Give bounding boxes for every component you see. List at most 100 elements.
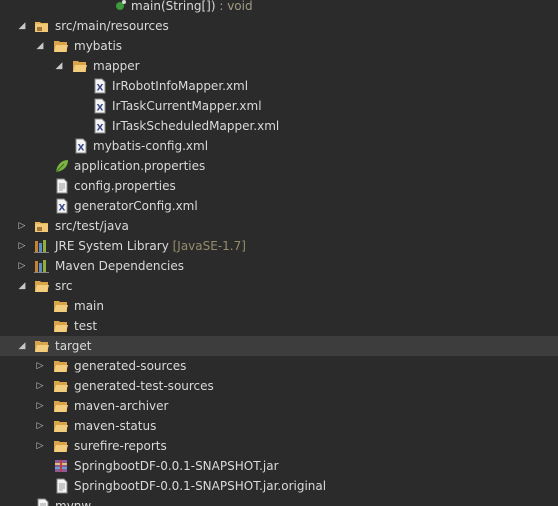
svg-text:X: X bbox=[59, 204, 66, 214]
tree-item-generated-test-sources[interactable]: ▷ generated-test-sources bbox=[0, 376, 558, 396]
tree-item-target[interactable]: ◢ target bbox=[0, 336, 558, 356]
collapse-arrow-icon[interactable]: ◢ bbox=[53, 56, 65, 76]
tree-item-label: mapper bbox=[93, 59, 140, 73]
svg-text:X: X bbox=[97, 124, 104, 134]
tree-item-test[interactable]: test bbox=[0, 316, 558, 336]
folder-open-icon bbox=[53, 398, 69, 414]
tree-item-generated-sources[interactable]: ▷ generated-sources bbox=[0, 356, 558, 376]
expand-arrow-icon[interactable]: ▷ bbox=[16, 236, 28, 256]
tree-item-label: test bbox=[74, 319, 98, 333]
tree-item-mybatis-config-xml[interactable]: X mybatis-config.xml bbox=[0, 136, 558, 156]
tree-item-label: main bbox=[74, 299, 104, 313]
tree-item-application-properties[interactable]: application.properties bbox=[0, 156, 558, 176]
tree-item-main[interactable]: main bbox=[0, 296, 558, 316]
text-file-icon bbox=[35, 498, 51, 506]
method-return-type: : void bbox=[215, 0, 253, 13]
tree-item-label: generatorConfig.xml bbox=[74, 199, 198, 213]
xml-file-icon: X bbox=[54, 198, 70, 214]
folder-open-icon bbox=[53, 38, 69, 54]
folder-open-icon bbox=[53, 298, 69, 314]
tree-item-jre-system-library[interactable]: ▷ JRE System Library [JavaSE-1.7] bbox=[0, 236, 558, 256]
folder-open-icon bbox=[53, 438, 69, 454]
tree-item-label: maven-status bbox=[74, 419, 157, 433]
xml-file-icon: X bbox=[73, 138, 89, 154]
tree-item-irtaskscheduledmapper-xml[interactable]: X IrTaskScheduledMapper.xml bbox=[0, 116, 558, 136]
folder-open-icon bbox=[53, 378, 69, 394]
tree-item-irrobotinfomapper-xml[interactable]: X IrRobotInfoMapper.xml bbox=[0, 76, 558, 96]
tree-item-mapper[interactable]: ◢ mapper bbox=[0, 56, 558, 76]
tree-item-label: main(String[]) : void bbox=[131, 0, 253, 16]
library-icon bbox=[34, 238, 50, 254]
tree-item-surefire-reports[interactable]: ▷ surefire-reports bbox=[0, 436, 558, 456]
library-icon bbox=[34, 258, 50, 274]
tree-item-maven-dependencies[interactable]: ▷ Maven Dependencies bbox=[0, 256, 558, 276]
tree-item-label: src/main/resources bbox=[55, 19, 169, 33]
svg-text:X: X bbox=[97, 104, 104, 114]
tree-item-label: generated-test-sources bbox=[74, 379, 214, 393]
tree-item-mvnw[interactable]: mvnw bbox=[0, 496, 558, 506]
tree-item-maven-archiver[interactable]: ▷ maven-archiver bbox=[0, 396, 558, 416]
expand-arrow-icon[interactable]: ▷ bbox=[34, 356, 46, 376]
tree-item-label: src/test/java bbox=[55, 219, 129, 233]
tree-item-label: src bbox=[55, 279, 73, 293]
tree-item-label: Maven Dependencies bbox=[55, 259, 185, 273]
collapse-arrow-icon[interactable]: ◢ bbox=[34, 36, 46, 56]
expand-arrow-icon[interactable]: ▷ bbox=[34, 396, 46, 416]
tree-item-config-properties[interactable]: config.properties bbox=[0, 176, 558, 196]
tree-item-snapshot-jar[interactable]: SpringbootDF-0.0.1-SNAPSHOT.jar bbox=[0, 456, 558, 476]
tree-item-src-test-java[interactable]: ▷ src/test/java bbox=[0, 216, 558, 236]
project-explorer-tree: main(String[]) : void ◢ src/main/resourc… bbox=[0, 0, 558, 506]
folder-open-icon bbox=[53, 318, 69, 334]
expand-arrow-icon[interactable]: ▷ bbox=[16, 256, 28, 276]
expand-arrow-icon[interactable]: ▷ bbox=[34, 436, 46, 456]
collapse-arrow-icon[interactable]: ◢ bbox=[16, 276, 28, 296]
method-name: main(String[]) bbox=[131, 0, 216, 13]
tree-item-main-method[interactable]: main(String[]) : void bbox=[0, 0, 558, 16]
tree-item-maven-status[interactable]: ▷ maven-status bbox=[0, 416, 558, 436]
source-folder-icon bbox=[34, 18, 50, 34]
xml-file-icon: X bbox=[92, 78, 108, 94]
tree-item-label: IrTaskCurrentMapper.xml bbox=[112, 99, 262, 113]
tree-item-label: maven-archiver bbox=[74, 399, 169, 413]
tree-item-label: mvnw bbox=[55, 499, 92, 506]
tree-item-label: target bbox=[55, 339, 92, 353]
folder-open-icon bbox=[53, 358, 69, 374]
tree-item-label: mybatis-config.xml bbox=[93, 139, 209, 153]
collapse-arrow-icon[interactable]: ◢ bbox=[16, 16, 28, 36]
library-name: JRE System Library bbox=[55, 239, 169, 253]
expand-arrow-icon[interactable]: ▷ bbox=[34, 376, 46, 396]
tree-item-snapshot-jar-original[interactable]: SpringbootDF-0.0.1-SNAPSHOT.jar.original bbox=[0, 476, 558, 496]
text-file-icon bbox=[54, 478, 70, 494]
folder-open-icon bbox=[34, 338, 50, 354]
collapse-arrow-icon[interactable]: ◢ bbox=[16, 336, 28, 356]
jar-file-icon bbox=[53, 458, 69, 474]
xml-file-icon: X bbox=[92, 98, 108, 114]
folder-open-icon bbox=[72, 58, 88, 74]
xml-file-icon: X bbox=[92, 118, 108, 134]
text-file-icon bbox=[54, 178, 70, 194]
svg-text:X: X bbox=[97, 84, 104, 94]
folder-open-icon bbox=[53, 418, 69, 434]
tree-item-label: surefire-reports bbox=[74, 439, 167, 453]
tree-item-label: SpringbootDF-0.0.1-SNAPSHOT.jar bbox=[74, 459, 279, 473]
expand-arrow-icon[interactable]: ▷ bbox=[34, 416, 46, 436]
tree-item-label: JRE System Library [JavaSE-1.7] bbox=[55, 236, 246, 256]
tree-item-generatorconfig-xml[interactable]: X generatorConfig.xml bbox=[0, 196, 558, 216]
source-folder-icon bbox=[34, 218, 50, 234]
spring-leaf-icon bbox=[54, 158, 70, 174]
library-version-decoration: [JavaSE-1.7] bbox=[168, 239, 246, 253]
tree-item-irtaskcurrentmapper-xml[interactable]: X IrTaskCurrentMapper.xml bbox=[0, 96, 558, 116]
tree-item-label: mybatis bbox=[74, 39, 123, 53]
svg-text:X: X bbox=[78, 144, 85, 154]
public-method-icon bbox=[112, 0, 128, 14]
tree-item-src[interactable]: ◢ src bbox=[0, 276, 558, 296]
folder-open-icon bbox=[34, 278, 50, 294]
tree-item-src-main-resources[interactable]: ◢ src/main/resources bbox=[0, 16, 558, 36]
tree-item-label: application.properties bbox=[74, 159, 206, 173]
tree-item-label: config.properties bbox=[74, 179, 176, 193]
tree-item-label: IrRobotInfoMapper.xml bbox=[112, 79, 249, 93]
tree-item-mybatis[interactable]: ◢ mybatis bbox=[0, 36, 558, 56]
tree-item-label: SpringbootDF-0.0.1-SNAPSHOT.jar.original bbox=[74, 479, 327, 493]
tree-item-label: IrTaskScheduledMapper.xml bbox=[112, 119, 280, 133]
expand-arrow-icon[interactable]: ▷ bbox=[16, 216, 28, 236]
